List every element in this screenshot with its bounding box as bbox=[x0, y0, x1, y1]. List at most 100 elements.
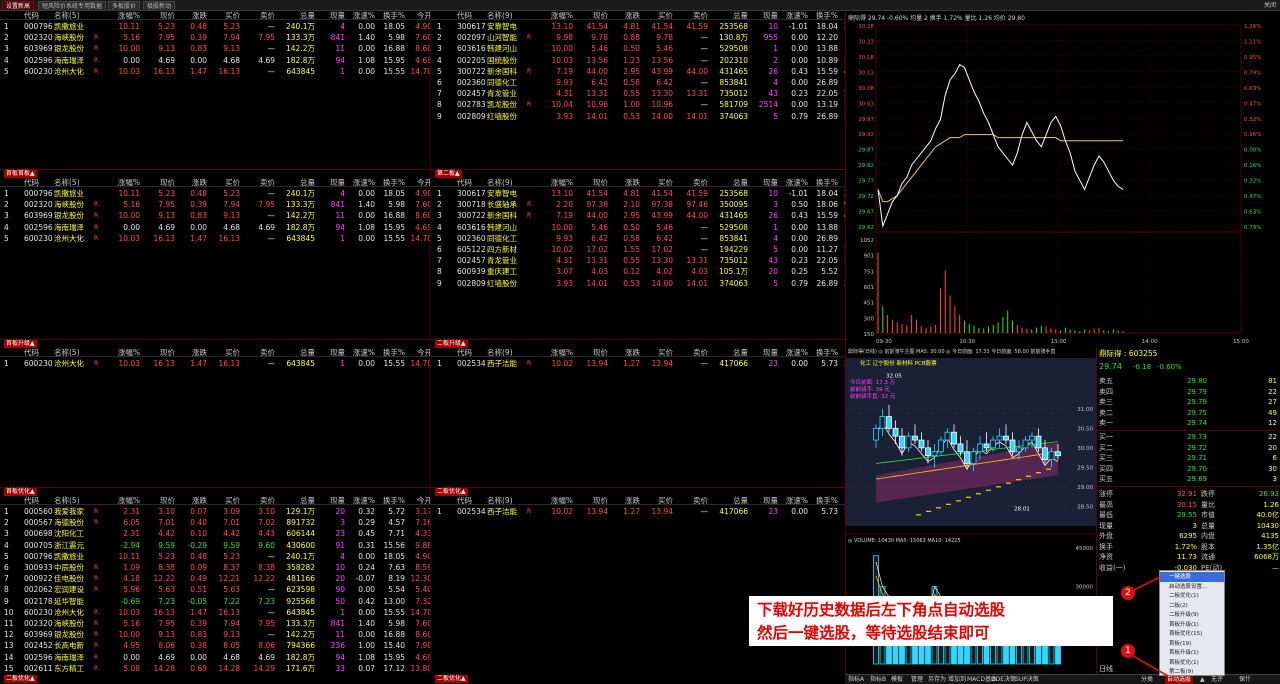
column-header[interactable]: 涨跌 bbox=[608, 11, 640, 20]
table-row[interactable]: 2 002320 海峡股份 R 5.16 7.95 0.39 7.94 7.95 133.3万 84… bbox=[0, 32, 430, 43]
table-row[interactable]: 4 002596 海南瑞泽 R 0.00 4.69 0.00 4.68 4.69 182.8万 94… bbox=[0, 222, 430, 233]
table-row[interactable]: 1 002534 西子洁能 R 10.02 13.94 1.27 13.94—417066 23… bbox=[431, 506, 845, 517]
bottom-tab[interactable]: 分类 bbox=[1141, 676, 1153, 684]
table-row[interactable]: 8 600939 重庆建工 3.07 4.03 0.12 4.02 4.03 105.1万 20 0… bbox=[431, 266, 845, 277]
table-row[interactable]: 3 603969 银龙股份 R 10.00 9.13 0.83 9.13—142.2万 11 0.… bbox=[0, 43, 430, 54]
column-header[interactable]: 涨跌 bbox=[175, 11, 207, 20]
table-row[interactable]: 7 000922 佳电股份 R 4.18 12.22 0.49 12.21 12.22 48116… bbox=[0, 573, 430, 584]
column-header[interactable]: 今开 bbox=[838, 178, 845, 187]
column-header[interactable]: 卖价 bbox=[240, 178, 275, 187]
column-header[interactable]: 现价 bbox=[140, 178, 175, 187]
column-header[interactable]: 今开 bbox=[405, 348, 430, 357]
auto-select-button[interactable]: 自动选股 bbox=[1165, 676, 1194, 684]
table-row[interactable]: 1 300617 安靠智电 13.10 41.54 4.81 41.54 41.59 25356… bbox=[431, 21, 845, 32]
column-header[interactable]: 代码 bbox=[24, 496, 54, 505]
column-header[interactable]: 涨速% bbox=[345, 11, 375, 20]
table-row[interactable]: 14 002596 海南瑞泽 R 0.00 4.69 0.00 4.68 4.69 182.8万 9… bbox=[0, 652, 430, 663]
table-row[interactable]: 6 605122 四方新材 10.02 17.02 1.55 17.02 — 194229 5 0.… bbox=[431, 244, 845, 255]
column-header[interactable]: 涨幅% bbox=[100, 11, 140, 20]
table-row[interactable]: 9 002809 红墙股份 3.93 14.01 0.53 14.00 14.01 374063… bbox=[431, 111, 845, 122]
column-header[interactable]: 今开 bbox=[405, 496, 430, 505]
column-header[interactable]: 代码 bbox=[457, 496, 487, 505]
column-header[interactable]: 换手% bbox=[808, 496, 838, 505]
column-header[interactable]: 总量 bbox=[708, 11, 748, 20]
table-row[interactable]: 3 603616 韩建河山 10.00 5.46 0.50 5.46—529508 1 0.00… bbox=[431, 43, 845, 54]
table-row[interactable]: 6 300933 中辰股份 R 1.09 8.38 0.09 8.37 8.38 358282 10… bbox=[0, 562, 430, 573]
table-row[interactable]: 1 600230 沧州大化 R 10.03 16.13 1.47 16.13—643845 1 0… bbox=[0, 358, 430, 369]
table-row[interactable]: 9 002178 延华智能 -0.69 7.23 -0.05 7.22 7.23 925568 5… bbox=[0, 596, 430, 607]
column-header[interactable]: 买价 bbox=[207, 178, 240, 187]
column-header[interactable]: 买价 bbox=[640, 496, 673, 505]
panel-title-badge[interactable]: 第二板▲ bbox=[435, 170, 462, 178]
table-row[interactable]: 3 300722 新余国科 R 7.19 44.00 2.95 43.99 44.00 43146… bbox=[431, 210, 845, 221]
column-header[interactable]: 换手% bbox=[375, 11, 405, 20]
menu-item[interactable]: 首板升级(1) bbox=[1160, 620, 1224, 630]
table-row[interactable]: 9 002809 红墙股份 3.93 14.01 0.53 14.00 14.01 374063… bbox=[431, 278, 845, 289]
panel-title-badge[interactable]: 首板首板▲ bbox=[4, 170, 37, 178]
menu-item[interactable]: 首板优化(1) bbox=[1160, 658, 1224, 668]
table-row[interactable]: 6 002360 同德化工 9.93 6.42 0.58 6.42 — 853841 4 0.00 2… bbox=[431, 77, 845, 88]
column-header[interactable]: 买价 bbox=[640, 178, 673, 187]
column-header[interactable]: 总量 bbox=[708, 178, 748, 187]
menu-item[interactable]: 第二板(9) bbox=[1160, 667, 1224, 677]
table-row[interactable]: 7 002457 青龙管业 4.31 13.31 0.55 13.30 13.31 735012… bbox=[431, 255, 845, 266]
column-header[interactable]: 名称(5) bbox=[54, 496, 94, 505]
tab-set-new-high[interactable]: 设置新高 bbox=[2, 1, 35, 10]
bottom-tab[interactable]: 指标A bbox=[848, 676, 864, 684]
table-row[interactable]: 1 002534 西子洁能 R 10.02 13.94 1.27 13.94—417066 23… bbox=[431, 358, 845, 369]
panel-title-badge[interactable]: 首板升级▲ bbox=[4, 340, 37, 348]
column-header[interactable]: 名称(5) bbox=[54, 348, 94, 357]
column-header[interactable]: 今开 bbox=[405, 178, 430, 187]
bottom-panel-label-left[interactable]: 二板优化▲ bbox=[4, 675, 37, 683]
column-header[interactable]: 卖价 bbox=[673, 11, 708, 20]
column-header[interactable]: 涨幅% bbox=[100, 178, 140, 187]
column-header[interactable]: 卖价 bbox=[240, 11, 275, 20]
bottom-tab[interactable]: DDE决策 bbox=[991, 676, 1016, 684]
column-header[interactable]: 今开 bbox=[838, 11, 845, 20]
column-header[interactable]: 换手% bbox=[375, 178, 405, 187]
column-header[interactable]: 涨速% bbox=[345, 348, 375, 357]
table-row[interactable]: 4 002596 海南瑞泽 R 0.00 4.69 0.00 4.68 4.69 182.8万 94… bbox=[0, 55, 430, 66]
menu-item[interactable]: 首板优化(15) bbox=[1160, 629, 1224, 639]
table-row[interactable]: 1 000560 我爱我家 R 2.31 3.10 0.07 3.09 3.10 129.1万 20… bbox=[0, 506, 430, 517]
column-header[interactable]: 涨速% bbox=[778, 496, 808, 505]
column-header[interactable]: 现量 bbox=[748, 348, 778, 357]
table-row[interactable]: 7 002457 青龙管业 4.31 13.31 0.55 13.30 13.31 735012… bbox=[431, 88, 845, 99]
menu-item[interactable]: 启动选股设置... bbox=[1160, 582, 1224, 592]
table-row[interactable]: 4 000705 浙江震元 -2.94 9.59 -0.29 9.59 9.60 430600 9… bbox=[0, 540, 430, 551]
column-header[interactable]: 名称(5) bbox=[54, 11, 94, 20]
column-header[interactable]: 名称(5) bbox=[54, 178, 94, 187]
bottom-tab[interactable]: 模板 bbox=[891, 676, 903, 684]
column-header[interactable]: 名称(9) bbox=[487, 496, 527, 505]
table-row[interactable]: 3 000698 沈阳化工 2.31 4.42 0.10 4.42 4.43 606144 23 0… bbox=[0, 528, 430, 539]
column-header[interactable]: 名称(9) bbox=[487, 178, 527, 187]
column-header[interactable]: 现量 bbox=[748, 178, 778, 187]
column-header[interactable]: 今开 bbox=[838, 348, 845, 357]
table-row[interactable]: 3 603969 银龙股份 R 10.00 9.13 0.83 9.13—142.2万 11 0.… bbox=[0, 210, 430, 221]
tab-risk-system[interactable]: 短风险价系统专用数据 bbox=[38, 1, 107, 10]
table-row[interactable]: 1 300617 安靠智电 13.10 41.54 4.81 41.54 41.59 25356… bbox=[431, 188, 845, 199]
table-row[interactable]: 2 300718 长盛轴承 R 2.20 97.38 2.10 97.38 97.46 35009… bbox=[431, 199, 845, 210]
column-header[interactable]: 现价 bbox=[573, 496, 608, 505]
column-header[interactable]: 卖价 bbox=[673, 496, 708, 505]
column-header[interactable]: 代码 bbox=[457, 348, 487, 357]
menu-item[interactable]: 二板优化(1) bbox=[1160, 591, 1224, 601]
column-header[interactable]: 总量 bbox=[708, 348, 748, 357]
column-header[interactable]: 涨跌 bbox=[175, 178, 207, 187]
menu-item[interactable]: 二板升级(9) bbox=[1160, 610, 1224, 620]
column-header[interactable]: 总量 bbox=[275, 178, 315, 187]
column-header[interactable]: 现量 bbox=[315, 496, 345, 505]
column-header[interactable]: 现价 bbox=[573, 348, 608, 357]
column-header[interactable]: 现量 bbox=[748, 496, 778, 505]
column-header[interactable]: 涨速% bbox=[778, 11, 808, 20]
column-header[interactable]: 代码 bbox=[24, 11, 54, 20]
table-row[interactable]: 5 600230 沧州大化 R 10.03 16.13 1.47 16.13—643845 1 0… bbox=[0, 66, 430, 77]
column-header[interactable]: 代码 bbox=[24, 178, 54, 187]
column-header[interactable]: 换手% bbox=[375, 348, 405, 357]
column-header[interactable]: 现价 bbox=[140, 348, 175, 357]
close-button[interactable]: 关闭 bbox=[1264, 1, 1276, 10]
column-header[interactable]: 现价 bbox=[140, 496, 175, 505]
column-header[interactable]: 现价 bbox=[573, 178, 608, 187]
column-header[interactable]: 买价 bbox=[207, 11, 240, 20]
column-header[interactable]: 卖价 bbox=[673, 178, 708, 187]
